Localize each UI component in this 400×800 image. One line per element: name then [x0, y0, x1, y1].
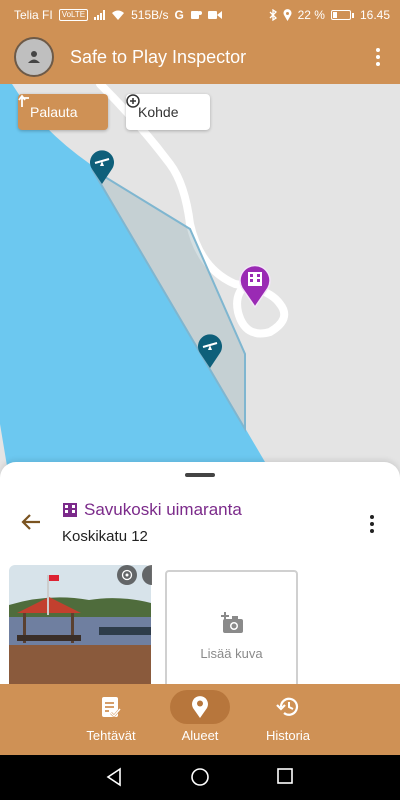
system-back-icon[interactable] [105, 767, 123, 792]
photo-view-icon[interactable] [117, 565, 137, 585]
wifi-icon [112, 10, 125, 20]
map-view[interactable]: Palauta Kohde [0, 84, 400, 484]
nav-areas-label: Alueet [181, 728, 219, 743]
add-target-button[interactable]: Kohde [126, 94, 210, 130]
place-name: Savukoski uimaranta [84, 500, 242, 519]
nav-history[interactable]: Historia [243, 690, 333, 743]
nav-areas[interactable]: Alueet [155, 690, 245, 743]
bluetooth-icon [269, 9, 277, 21]
add-photo-button[interactable]: Lisää kuva [165, 570, 298, 684]
building-pin-icon [239, 264, 271, 308]
add-camera-icon [220, 611, 243, 633]
assignment-icon [102, 697, 121, 718]
undo-arrow-icon [18, 94, 29, 107]
restore-label: Palauta [30, 104, 78, 120]
battery-percent: 22 % [297, 8, 325, 22]
signal-icon [94, 10, 106, 20]
network-speed: 515B/s [131, 8, 169, 22]
seesaw-pin-icon [90, 150, 114, 184]
status-bar: Telia FI VoLTE 515B/s G 22 % 16.45 [0, 0, 400, 30]
add-photo-label: Lisää kuva [200, 645, 263, 661]
nav-tasks[interactable]: Tehtävät [66, 690, 156, 743]
sheet-overflow-menu-icon[interactable] [364, 515, 380, 533]
system-home-icon[interactable] [190, 767, 210, 792]
place-address: Koskikatu 12 [62, 528, 148, 545]
back-arrow-icon[interactable] [20, 512, 42, 537]
nav-tasks-label: Tehtävät [86, 728, 136, 743]
carrier-label: Telia FI [14, 8, 53, 22]
system-recents-icon[interactable] [276, 767, 294, 790]
place-title: Savukoski uimaranta [62, 500, 242, 520]
system-navigation-bar [0, 755, 400, 800]
location-pin-icon [192, 696, 208, 718]
building-icon [63, 503, 77, 517]
clock: 16.45 [359, 8, 390, 22]
teams-icon [190, 11, 202, 19]
overflow-menu-icon[interactable] [370, 48, 386, 66]
add-circle-icon [126, 94, 140, 108]
battery-icon [330, 10, 354, 20]
bottom-navigation: Tehtävät Alueet Historia [0, 684, 400, 755]
map-canvas [0, 84, 289, 484]
nav-history-label: Historia [265, 728, 311, 743]
avatar[interactable] [14, 37, 54, 77]
lake-area [0, 84, 265, 484]
location-icon [283, 9, 292, 21]
restore-button[interactable]: Palauta [18, 94, 108, 130]
seesaw-pin-icon [198, 334, 222, 368]
add-target-label: Kohde [138, 104, 179, 120]
app-title: Safe to Play Inspector [70, 46, 247, 67]
video-icon [207, 11, 222, 19]
history-icon [276, 697, 299, 716]
person-icon [28, 51, 40, 63]
google-icon: G [174, 8, 184, 22]
app-bar: Safe to Play Inspector [0, 30, 400, 84]
details-sheet: Savukoski uimaranta Koskikatu 12 Lisää k… [0, 462, 400, 684]
sheet-drag-handle[interactable] [185, 473, 215, 477]
volte-badge: VoLTE [58, 9, 89, 21]
